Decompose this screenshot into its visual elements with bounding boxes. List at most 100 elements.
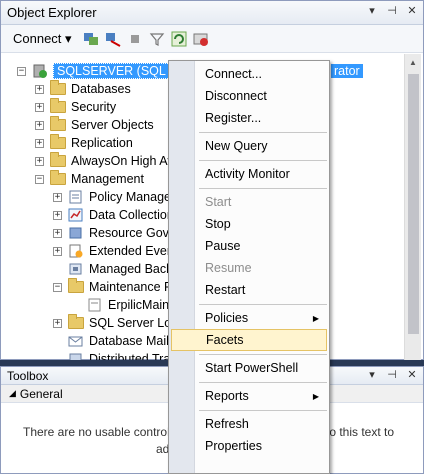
expand-toggle[interactable]: + (53, 246, 62, 256)
close-icon[interactable]: ✕ (405, 4, 419, 17)
menu-item-label: New Query (205, 139, 268, 153)
tree-item-maintenance-plans[interactable]: − Maintenance P (53, 278, 172, 296)
tree-item-managed-backup[interactable]: Managed Back (53, 260, 172, 278)
scrollbar-thumb[interactable] (408, 74, 419, 334)
toolbox-empty-message-right: to this text to (326, 425, 395, 439)
collapse-triangle-icon: ◢ (9, 388, 16, 398)
menu-item-disconnect[interactable]: Disconnect (171, 85, 327, 107)
server-node-tail: rator (331, 62, 363, 80)
object-explorer-titlebar: Object Explorer ▾ ⊣ ✕ (1, 1, 423, 25)
menu-separator (199, 410, 327, 411)
expand-toggle[interactable]: + (35, 102, 44, 112)
object-explorer-title: Object Explorer (7, 5, 97, 20)
connect-button[interactable]: Connect ▾ (13, 31, 78, 47)
menu-item-label: Restart (205, 283, 246, 297)
tree-item-resource-governor[interactable]: + Resource Gove (53, 224, 176, 242)
database-mail-icon (68, 334, 84, 348)
menu-separator (199, 382, 327, 383)
tree-item-maintenance-plan[interactable]: ErpilicMaint (87, 296, 173, 314)
window-position-icon[interactable]: ▾ (365, 368, 379, 381)
pin-icon[interactable]: ⊣ (385, 368, 399, 381)
tree-item-databases[interactable]: + Databases (35, 80, 131, 98)
expand-toggle[interactable]: + (35, 120, 44, 130)
scroll-up-icon[interactable]: ▲ (405, 54, 421, 71)
menu-item-refresh[interactable]: Refresh (171, 413, 327, 435)
folder-icon (50, 134, 66, 149)
menu-item-facets[interactable]: Facets (171, 329, 327, 351)
menu-item-label: Start (205, 195, 232, 209)
pin-icon[interactable]: ⊣ (385, 4, 399, 17)
filter-icon[interactable] (148, 30, 166, 48)
collapse-toggle[interactable]: − (35, 174, 44, 184)
tree-item-label: Database Mail (89, 334, 169, 348)
vertical-scrollbar[interactable]: ▲ (404, 54, 421, 360)
folder-open-icon (50, 170, 66, 185)
stop-icon[interactable] (126, 30, 144, 48)
managed-backup-icon (68, 262, 84, 276)
menu-item-properties[interactable]: Properties (171, 435, 327, 457)
disconnect-icon[interactable] (104, 30, 122, 48)
tree-item-extended-events[interactable]: + Extended Event (53, 242, 177, 260)
menu-item-resume: Resume (171, 257, 327, 279)
resource-governor-icon (68, 226, 84, 240)
expand-toggle[interactable]: + (53, 318, 62, 328)
tree-item-distributed-transactions[interactable]: Distributed Tra (53, 350, 170, 360)
tree-item-policy-management[interactable]: + Policy Manage (53, 188, 171, 206)
tree-item-label: ErpilicMaint (108, 298, 173, 312)
tree-item-server-objects[interactable]: + Server Objects (35, 116, 154, 134)
tree-item-label: AlwaysOn High Av (71, 154, 174, 168)
menu-item-reports[interactable]: Reports ▶ (171, 385, 327, 407)
menu-item-start-powershell[interactable]: Start PowerShell (171, 357, 327, 379)
tree-item-database-mail[interactable]: Database Mail (53, 332, 169, 350)
tree-item-label: Resource Gove (89, 226, 176, 240)
menu-separator (199, 188, 327, 189)
menu-item-register[interactable]: Register... (171, 107, 327, 129)
expand-toggle[interactable]: + (35, 156, 44, 166)
expand-toggle[interactable]: + (35, 84, 44, 94)
menu-item-activity-monitor[interactable]: Activity Monitor (171, 163, 327, 185)
submenu-arrow-icon: ▶ (312, 391, 319, 401)
expand-toggle[interactable]: + (35, 138, 44, 148)
tree-item-replication[interactable]: + Replication (35, 134, 133, 152)
window-position-icon[interactable]: ▾ (365, 4, 379, 17)
folder-icon (50, 116, 66, 131)
menu-item-stop[interactable]: Stop (171, 213, 327, 235)
submenu-arrow-icon: ▶ (312, 313, 319, 323)
menu-item-pause[interactable]: Pause (171, 235, 327, 257)
expand-toggle[interactable]: + (53, 192, 62, 202)
connect-object-icon[interactable] (82, 30, 100, 48)
expand-toggle[interactable]: + (53, 210, 62, 220)
menu-item-connect[interactable]: Connect... (171, 63, 327, 85)
window-buttons: ▾ ⊣ ✕ (365, 4, 419, 17)
server-running-icon (32, 64, 48, 78)
toolbox-empty-message: There are no usable controls (23, 425, 176, 439)
tree-item-label: Distributed Tra (89, 352, 171, 360)
tree-item-data-collection[interactable]: + Data Collection (53, 206, 174, 224)
expand-toggle[interactable]: + (53, 228, 62, 238)
tree-item-label: Management (71, 172, 144, 186)
extended-events-icon (68, 244, 84, 258)
tree-item-security[interactable]: + Security (35, 98, 116, 116)
menu-item-policies[interactable]: Policies ▶ (171, 307, 327, 329)
menu-item-label: Disconnect (205, 89, 267, 103)
tree-item-label: Policy Manage (89, 190, 171, 204)
tree-item-alwayson[interactable]: + AlwaysOn High Av (35, 152, 174, 170)
folder-icon (50, 98, 66, 113)
activity-monitor-icon[interactable] (192, 30, 210, 48)
collapse-toggle[interactable]: − (53, 282, 62, 292)
tree-item-label: Extended Event (89, 244, 178, 258)
collapse-toggle[interactable]: − (17, 66, 26, 76)
close-icon[interactable]: ✕ (405, 368, 419, 381)
tree-item-label: SQL Server Log (89, 316, 179, 330)
maintenance-plan-icon (87, 298, 103, 312)
menu-item-restart[interactable]: Restart (171, 279, 327, 301)
tree-item-label: Databases (71, 82, 131, 96)
tree-item-sql-server-logs[interactable]: + SQL Server Log (53, 314, 178, 332)
menu-item-new-query[interactable]: New Query (171, 135, 327, 157)
menu-item-label: Properties (205, 439, 262, 453)
server-context-menu: Connect... Disconnect Register... New Qu… (168, 60, 330, 474)
menu-item-label: Register... (205, 111, 262, 125)
tree-item-label: Data Collection (89, 208, 174, 222)
tree-item-management[interactable]: − Management (35, 170, 144, 188)
refresh-icon[interactable] (170, 30, 188, 48)
